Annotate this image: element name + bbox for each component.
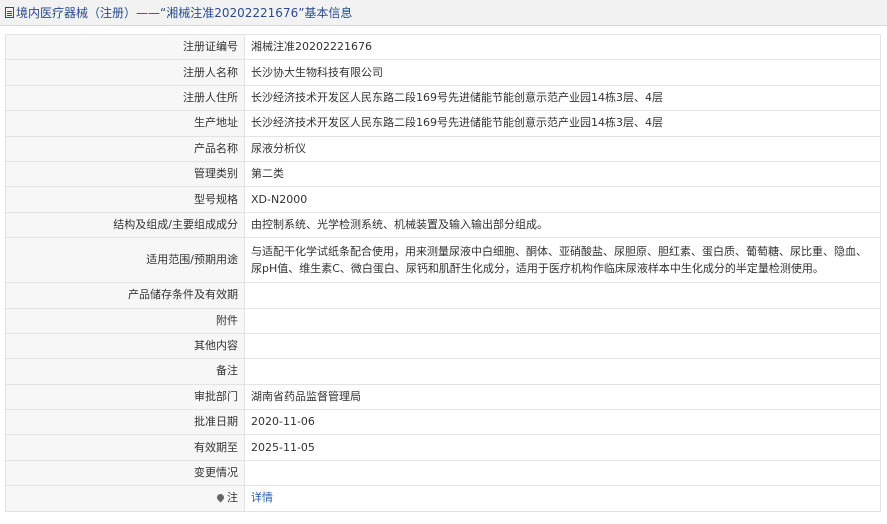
row-label: 适用范围/预期用途 [5, 237, 245, 284]
table-row: 产品储存条件及有效期 [5, 282, 881, 309]
page-header: 境内医疗器械（注册）——“湘械注准20202221676”基本信息 [0, 0, 887, 26]
row-label: 变更情况 [5, 459, 245, 487]
row-value: 与适配干化学试纸条配合使用，用来测量尿液中白细胞、酮体、亚硝酸盐、尿胆原、胆红素… [244, 237, 881, 284]
table-row: 结构及组成/主要组成成分 由控制系统、光学检测系统、机械装置及输入输出部分组成。 [5, 211, 881, 239]
row-value [244, 332, 881, 360]
row-value: 由控制系统、光学检测系统、机械装置及输入输出部分组成。 [244, 211, 881, 239]
table-row: 型号规格 XD-N2000 [5, 186, 881, 213]
row-label: 结构及组成/主要组成成分 [5, 211, 245, 239]
table-row: 审批部门 湖南省药品监督管理局 [5, 383, 881, 411]
table-row: 产品名称 尿液分析仪 [5, 135, 881, 162]
row-label: 其他内容 [5, 332, 245, 360]
row-value [244, 307, 881, 334]
row-value: 2020-11-06 [244, 409, 881, 436]
row-label: 生产地址 [5, 110, 245, 137]
row-label: 产品储存条件及有效期 [5, 282, 245, 309]
table-row: 批准日期 2020-11-06 [5, 409, 881, 436]
table-row: 注册人名称 长沙协大生物科技有限公司 [5, 59, 881, 86]
table-row: 变更情况 [5, 459, 881, 487]
row-label: 注册人住所 [5, 84, 245, 112]
row-value: 2025-11-05 [244, 434, 881, 461]
row-value: 长沙协大生物科技有限公司 [244, 59, 881, 86]
table-row: 适用范围/预期用途 与适配干化学试纸条配合使用，用来测量尿液中白细胞、酮体、亚硝… [5, 237, 881, 284]
row-label: 注册人名称 [5, 59, 245, 86]
page: 境内医疗器械（注册）——“湘械注准20202221676”基本信息 注册证编号 … [0, 0, 887, 524]
row-label: 注 [227, 491, 238, 505]
row-label: 有效期至 [5, 434, 245, 461]
row-value [244, 282, 881, 309]
location-pin-icon [215, 492, 226, 503]
row-value: XD-N2000 [244, 186, 881, 213]
row-label: 管理类别 [5, 160, 245, 188]
document-icon [5, 7, 14, 18]
row-value: 长沙经济技术开发区人民东路二段169号先进储能节能创意示范产业园14栋3层、4层 [244, 84, 881, 112]
row-label: 备注 [5, 358, 245, 385]
table-row: 其他内容 [5, 332, 881, 360]
row-value: 湖南省药品监督管理局 [244, 383, 881, 411]
table-row: 备注 [5, 358, 881, 385]
table-row: 注 详情 [5, 485, 881, 512]
row-value [244, 459, 881, 487]
note-label-cell: 注 [5, 485, 245, 512]
row-label: 审批部门 [5, 383, 245, 411]
row-value: 湘械注准20202221676 [244, 33, 881, 61]
row-value [244, 358, 881, 385]
table-row: 有效期至 2025-11-05 [5, 434, 881, 461]
table-row: 注册证编号 湘械注准20202221676 [5, 33, 881, 61]
table-row: 管理类别 第二类 [5, 160, 881, 188]
row-label: 型号规格 [5, 186, 245, 213]
row-value: 长沙经济技术开发区人民东路二段169号先进储能节能创意示范产业园14栋3层、4层 [244, 110, 881, 137]
table-row: 生产地址 长沙经济技术开发区人民东路二段169号先进储能节能创意示范产业园14栋… [5, 110, 881, 137]
table-row: 附件 [5, 307, 881, 334]
row-label: 注册证编号 [5, 33, 245, 61]
details-link[interactable]: 详情 [251, 491, 273, 504]
row-label: 附件 [5, 307, 245, 334]
row-value: 尿液分析仪 [244, 135, 881, 162]
row-label: 批准日期 [5, 409, 245, 436]
page-title: 境内医疗器械（注册）——“湘械注准20202221676”基本信息 [16, 6, 353, 20]
row-label: 产品名称 [5, 135, 245, 162]
table-row: 注册人住所 长沙经济技术开发区人民东路二段169号先进储能节能创意示范产业园14… [5, 84, 881, 112]
row-value: 第二类 [244, 160, 881, 188]
info-table: 注册证编号 湘械注准20202221676 注册人名称 长沙协大生物科技有限公司… [5, 33, 881, 512]
row-value-cell: 详情 [244, 485, 881, 512]
